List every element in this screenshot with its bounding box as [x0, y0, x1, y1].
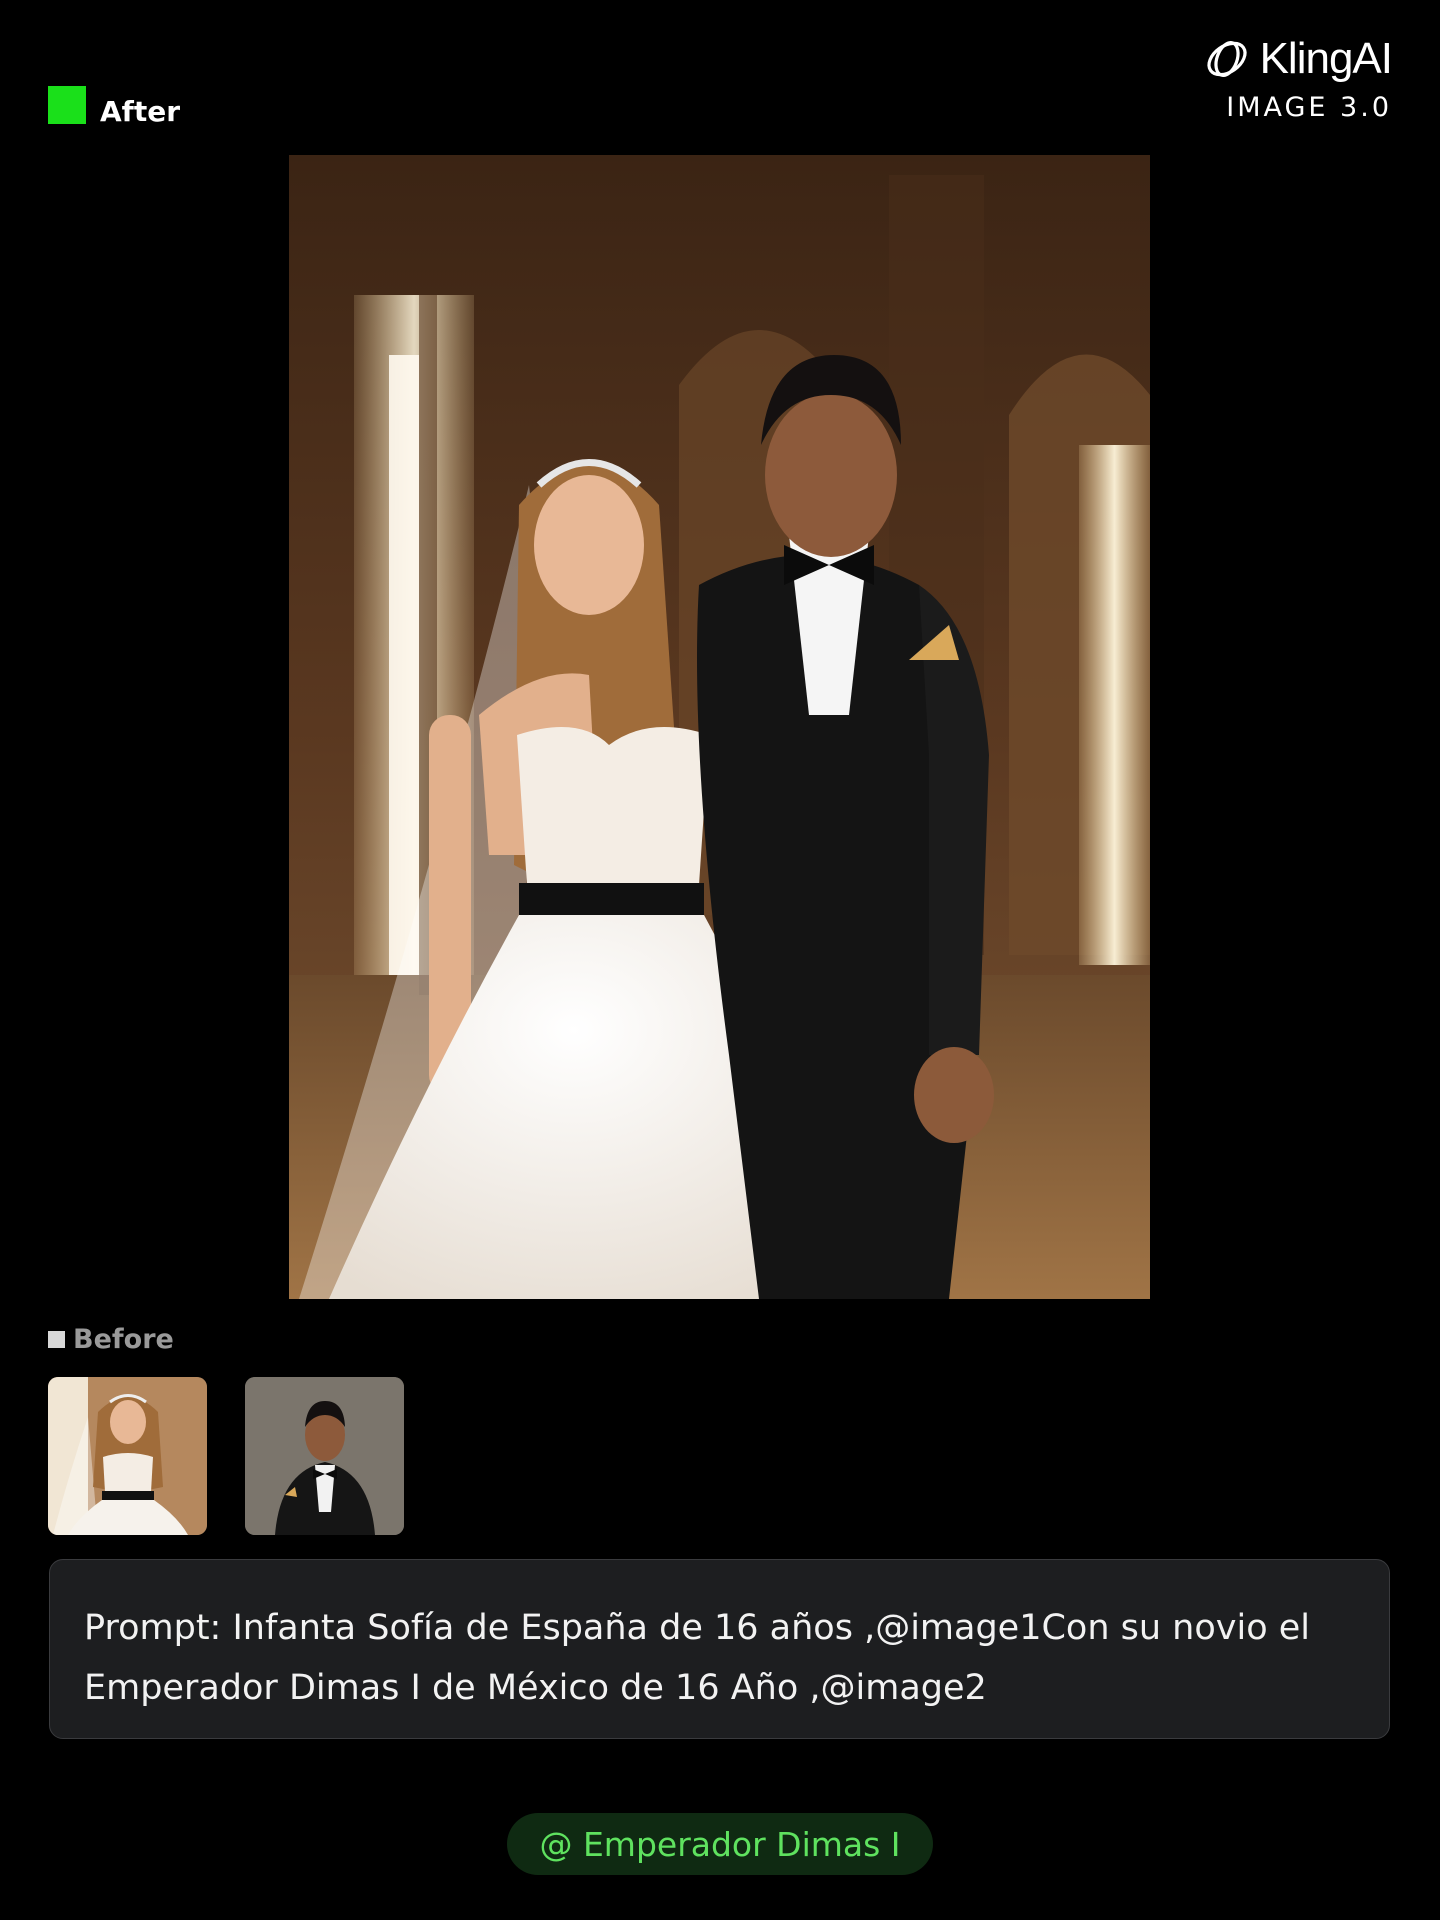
before-label-text: Before: [73, 1324, 174, 1355]
before-thumbnail-image1[interactable]: [48, 1377, 207, 1535]
prompt-text: Prompt: Infanta Sofía de España de 16 añ…: [84, 1608, 1311, 1708]
before-thumbnail-image2[interactable]: [245, 1377, 404, 1535]
prompt-box: Prompt: Infanta Sofía de España de 16 añ…: [49, 1559, 1390, 1739]
mention-label: @ Emperador Dimas I: [539, 1824, 901, 1864]
generated-image[interactable]: [289, 155, 1150, 1299]
brand-logo: KlingAI IMAGE 3.0: [1202, 34, 1393, 123]
after-label: After: [48, 86, 181, 128]
brand-subtitle: IMAGE 3.0: [1226, 92, 1392, 123]
after-label-text: After: [100, 95, 181, 128]
mention-chip[interactable]: @ Emperador Dimas I: [507, 1813, 933, 1875]
brand-name: KlingAI: [1259, 34, 1393, 83]
before-indicator-square: [48, 1331, 65, 1348]
kling-logo-icon: [1202, 34, 1252, 84]
after-indicator-square: [48, 86, 86, 124]
before-label: Before: [48, 1326, 174, 1353]
